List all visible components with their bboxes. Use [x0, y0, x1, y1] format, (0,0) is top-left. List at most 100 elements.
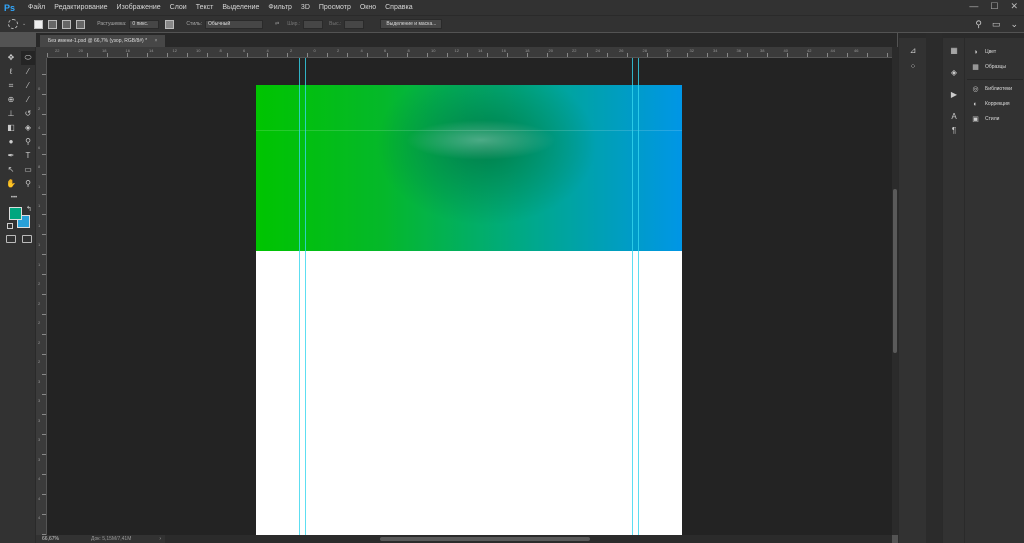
vertical-ruler[interactable]: 024681111122222333334444 — [36, 58, 47, 540]
ruler-label: 14 — [478, 48, 483, 53]
close-icon[interactable]: ✕ — [1010, 1, 1018, 12]
guide-line[interactable] — [638, 58, 639, 535]
menu-file[interactable]: Файл — [28, 4, 45, 11]
menu-filter[interactable]: Фильтр — [268, 4, 292, 11]
chevron-down-icon[interactable]: ⌄ — [22, 21, 26, 27]
color-icon: ◑ — [973, 48, 978, 56]
default-colors-icon[interactable] — [7, 223, 13, 229]
status-menu-arrow-icon[interactable]: › — [159, 535, 161, 543]
workspace-chevron-icon[interactable]: ⌄ — [1010, 19, 1018, 30]
eraser-tool[interactable]: ◧ — [4, 121, 18, 135]
horizontal-ruler[interactable]: 22 20 18 16 14 12 10 8 6 4 2 0 2 4 6 8 10 12 14 16 18 20 22 24 2… — [47, 47, 892, 58]
workspace-icon[interactable]: ▭ — [992, 19, 1001, 30]
swap-colors-icon[interactable]: ↰ — [26, 205, 32, 213]
menu-select[interactable]: Выделение — [222, 4, 259, 11]
guide-line[interactable] — [305, 58, 306, 535]
ruler-label: 2 — [290, 48, 293, 53]
screen-mode-icon[interactable] — [22, 235, 32, 243]
guide-line[interactable] — [632, 58, 633, 535]
styles-icon: ▣ — [972, 115, 979, 123]
path-select-tool[interactable]: ↖ — [4, 163, 18, 177]
antialias-icon[interactable] — [165, 19, 175, 29]
menu-help[interactable]: Справка — [385, 4, 412, 11]
add-selection-icon[interactable] — [48, 19, 58, 29]
hand-tool[interactable]: ✋ — [4, 177, 18, 191]
panel-dock-collapsed-2: ▦ ◈ ▶ A ¶ — [942, 33, 964, 543]
feather-input[interactable]: 0 пикс. — [129, 19, 160, 29]
vertical-scroll-thumb[interactable] — [893, 189, 897, 353]
document-canvas[interactable] — [256, 85, 682, 535]
ruler-corner[interactable] — [36, 47, 47, 58]
canvas-pasteboard[interactable] — [47, 58, 892, 535]
more-tools-icon[interactable]: ••• — [4, 191, 24, 205]
layers-icon[interactable]: ◈ — [947, 67, 961, 79]
tab-close-icon[interactable]: × — [154, 38, 157, 44]
paragraph-icon[interactable]: ¶ — [947, 125, 961, 137]
magic-wand-tool[interactable]: ⁄ — [21, 65, 35, 79]
type-tool[interactable]: T — [21, 149, 35, 163]
dock-grip[interactable] — [943, 33, 964, 38]
menu-view[interactable]: Просмотр — [319, 4, 351, 11]
panel-item-swatches[interactable]: ▦ Образцы — [971, 61, 1006, 73]
banner-glow — [406, 120, 556, 160]
guide-line[interactable] — [299, 58, 300, 535]
eyedropper-tool[interactable]: ⁄ — [21, 79, 35, 93]
stamp-tool[interactable]: ⊥ — [4, 107, 18, 121]
horizontal-scrollbar[interactable] — [165, 535, 892, 543]
height-input[interactable] — [344, 19, 365, 29]
intersect-selection-icon[interactable] — [76, 19, 86, 29]
menu-3d[interactable]: 3D — [301, 4, 310, 11]
quick-mask-icon[interactable] — [6, 235, 16, 243]
ruler-label: 22 — [55, 48, 60, 53]
dodge-tool[interactable]: ⚲ — [21, 135, 35, 149]
zoom-level[interactable]: 66,67% — [42, 535, 59, 543]
panel-item-adjustments[interactable]: ◐ Коррекция — [971, 98, 1009, 110]
options-right: ⚲ ▭ ⌄ — [975, 19, 1018, 30]
zoom-tool[interactable]: ⚲ — [21, 177, 35, 191]
character-icon[interactable]: A — [947, 111, 961, 123]
new-selection-icon[interactable] — [34, 19, 44, 29]
bucket-tool[interactable]: ◈ — [21, 121, 35, 135]
dock-grip[interactable] — [965, 33, 1024, 38]
style-dropdown[interactable]: Обычный — [205, 19, 264, 29]
horizontal-scroll-thumb[interactable] — [380, 537, 590, 541]
brush-settings-icon[interactable]: ⁘ — [906, 61, 920, 73]
subtract-selection-icon[interactable] — [62, 19, 72, 29]
properties-icon[interactable]: ▦ — [947, 45, 961, 57]
ruler-label: 2 — [38, 105, 41, 111]
menu-window[interactable]: Окно — [360, 4, 376, 11]
select-and-mask-button[interactable]: Выделение и маска... — [380, 19, 443, 29]
history-icon[interactable]: ⊿ — [906, 45, 920, 57]
crop-tool[interactable]: ⌗ — [4, 79, 18, 93]
menu-type[interactable]: Текст — [196, 4, 214, 11]
panel-item-color[interactable]: ◑ Цвет — [971, 46, 996, 58]
search-icon[interactable]: ⚲ — [975, 19, 982, 30]
width-input[interactable] — [303, 19, 324, 29]
menu-layers[interactable]: Слои — [170, 4, 187, 11]
marquee-tool[interactable]: ⬭ — [21, 51, 35, 65]
panel-item-libraries[interactable]: ◎ Библиотеки — [971, 83, 1012, 95]
history-brush-tool[interactable]: ↺ — [21, 107, 35, 121]
document-tab-title: Без имени-1.psd @ 66,7% (узор, RGB/8#) * — [48, 38, 148, 44]
lasso-tool[interactable]: ℓ — [4, 65, 18, 79]
menu-image[interactable]: Изображение — [117, 4, 161, 11]
dock-grip[interactable] — [899, 33, 926, 38]
libraries-icon: ◎ — [972, 85, 979, 93]
swap-icon[interactable]: ⇄ — [275, 21, 279, 27]
shape-tool[interactable]: ▭ — [21, 163, 35, 177]
actions-icon[interactable]: ▶ — [947, 89, 961, 101]
marquee-preset-icon[interactable] — [8, 19, 18, 29]
menu-edit[interactable]: Редактирование — [54, 4, 107, 11]
healing-tool[interactable]: ⊕ — [4, 93, 18, 107]
pen-tool[interactable]: ✒ — [4, 149, 18, 163]
blur-tool[interactable]: ● — [4, 135, 18, 149]
move-tool[interactable]: ✥ — [4, 51, 18, 65]
minimize-icon[interactable]: — — [969, 1, 978, 12]
brush-tool[interactable]: ⁄ — [21, 93, 35, 107]
document-tab[interactable]: Без имени-1.psd @ 66,7% (узор, RGB/8#) *… — [40, 35, 166, 47]
tools-grid: ✥ ⬭ ℓ ⁄ ⌗ ⁄ ⊕ ⁄ ⊥ ↺ ◧ ◈ ● ⚲ ✒ T ↖ ▭ ✋ ⚲ — [4, 51, 35, 191]
width-label: Шир.: — [287, 21, 301, 27]
maximize-icon[interactable]: ☐ — [990, 1, 998, 12]
panel-item-styles[interactable]: ▣ Стили — [971, 113, 999, 125]
foreground-color-swatch[interactable] — [9, 207, 22, 220]
